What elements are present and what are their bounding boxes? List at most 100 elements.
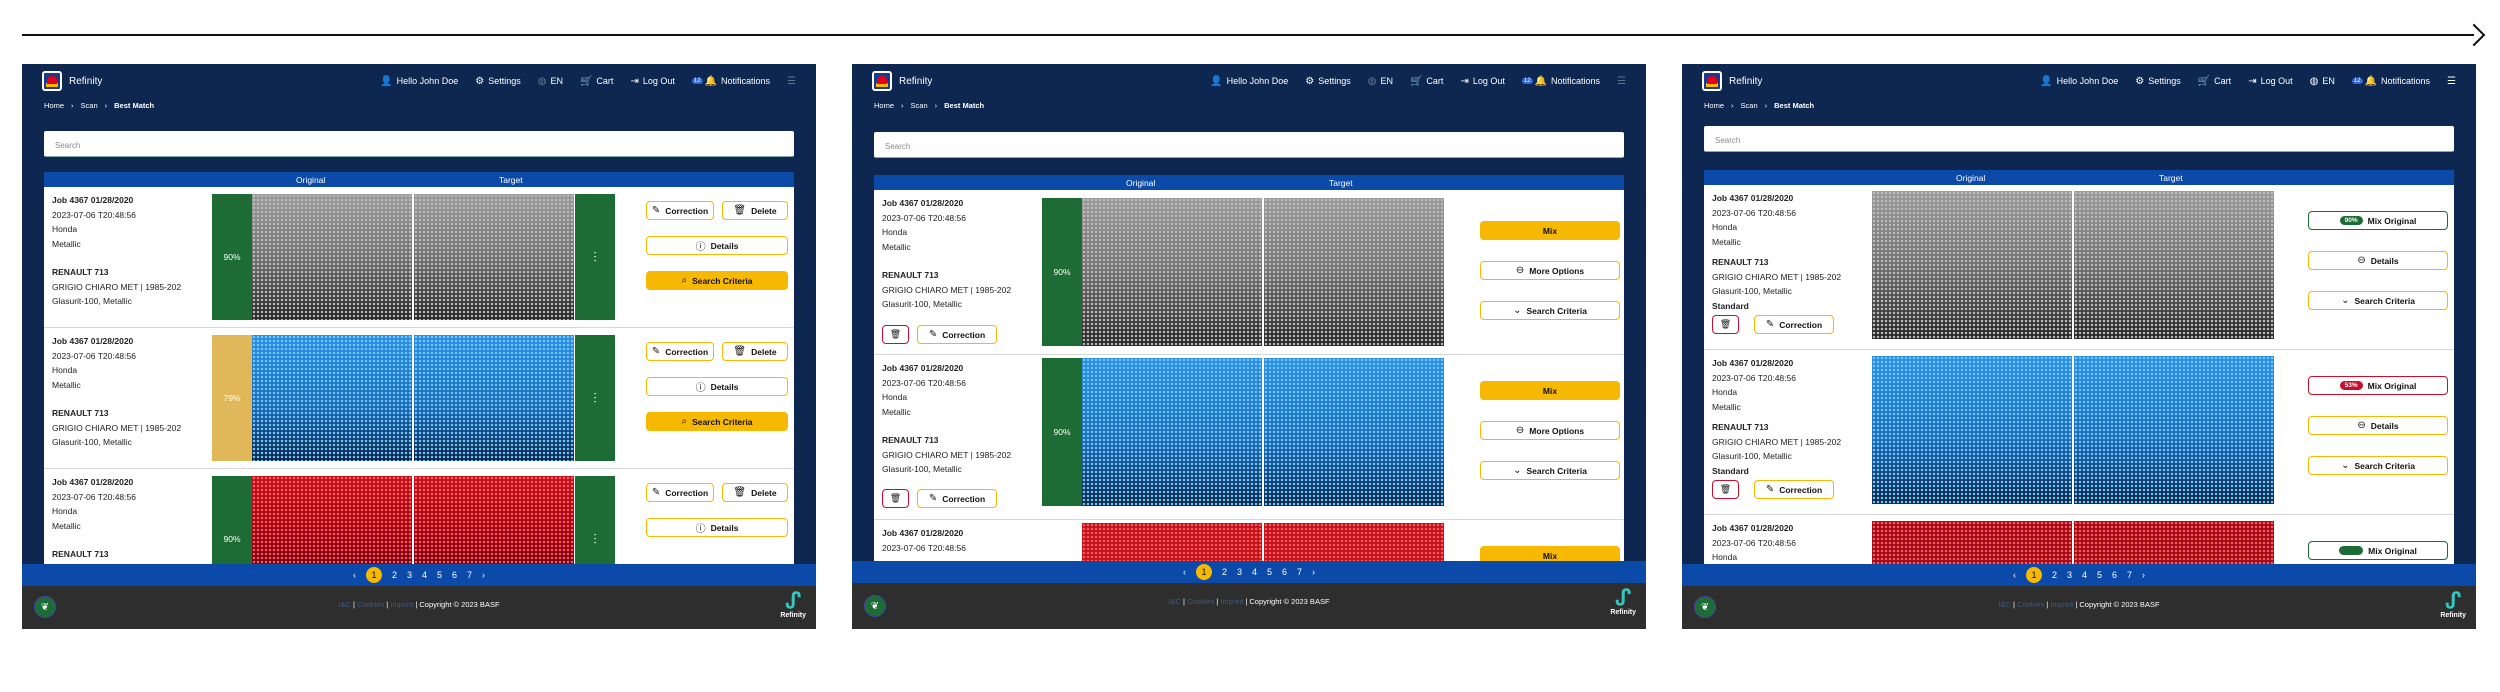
mix-original-button[interactable]: 53% Mix Original	[2308, 376, 2448, 395]
correction-button[interactable]: ✎ Correction	[917, 325, 997, 344]
user-menu[interactable]: 👤 Hello John Doe	[1210, 76, 1288, 87]
breadcrumb-home[interactable]: Home	[44, 101, 64, 110]
target-swatch[interactable]	[1264, 198, 1444, 346]
delete-button[interactable]: 🗑	[882, 489, 909, 508]
more-options-button[interactable]: ⊖ More Options	[1480, 421, 1620, 440]
original-swatch[interactable]	[1872, 191, 2072, 339]
page-6[interactable]: 6	[452, 570, 457, 580]
delete-button[interactable]: 🗑	[1712, 315, 1739, 334]
original-swatch[interactable]	[1872, 521, 2072, 564]
delete-button[interactable]: 🗑 Delete	[722, 483, 788, 502]
page-3[interactable]: 3	[2067, 570, 2072, 580]
footer-link-ic[interactable]: I&C	[1168, 597, 1181, 606]
brand-logo[interactable]	[872, 71, 892, 91]
chevron-left-icon[interactable]: ‹	[1183, 567, 1186, 577]
page-5[interactable]: 5	[2097, 570, 2102, 580]
page-5[interactable]: 5	[437, 570, 442, 580]
original-swatch[interactable]	[252, 476, 412, 564]
logout-link[interactable]: ⇥ Log Out	[1460, 76, 1504, 87]
menu-button[interactable]: ☰	[787, 76, 796, 87]
mix-button[interactable]: Mix	[1480, 381, 1620, 400]
language-switch[interactable]: ◍ EN	[538, 76, 563, 87]
target-swatch[interactable]	[414, 194, 574, 320]
original-swatch[interactable]	[1082, 198, 1262, 346]
footer-link-imprint[interactable]: Imprint	[1220, 597, 1243, 606]
target-swatch[interactable]	[414, 335, 574, 461]
page-7[interactable]: 7	[1297, 567, 1302, 577]
original-swatch[interactable]	[1082, 523, 1262, 564]
footer-link-ic[interactable]: I&C	[338, 600, 351, 609]
page-2[interactable]: 2	[392, 570, 397, 580]
chevron-left-icon[interactable]: ‹	[353, 570, 356, 580]
page-7[interactable]: 7	[467, 570, 472, 580]
search-input[interactable]: Search	[44, 131, 794, 157]
page-4[interactable]: 4	[422, 570, 427, 580]
language-switch[interactable]: ◍ EN	[1368, 76, 1393, 87]
brand-logo[interactable]	[42, 71, 62, 91]
adjust-button[interactable]: ⫶	[575, 476, 615, 564]
page-6[interactable]: 6	[2112, 570, 2117, 580]
details-button[interactable]: ⊖ Details	[2308, 416, 2448, 435]
footer-link-imprint[interactable]: Imprint	[390, 600, 413, 609]
page-1[interactable]: 1	[365, 567, 382, 583]
settings-link[interactable]: ⚙ Settings	[1305, 76, 1351, 87]
target-swatch[interactable]	[2074, 191, 2274, 339]
notifications-link[interactable]: 12 🔔 Notifications	[2351, 76, 2430, 87]
search-input[interactable]: Search	[1704, 126, 2454, 152]
page-5[interactable]: 5	[1267, 567, 1272, 577]
original-swatch[interactable]	[252, 335, 412, 461]
target-swatch[interactable]	[1264, 358, 1444, 506]
notifications-link[interactable]: 12 🔔 Notifications	[691, 76, 770, 87]
original-swatch[interactable]	[252, 194, 412, 320]
page-7[interactable]: 7	[2127, 570, 2132, 580]
footer-link-cookies[interactable]: Cookies	[1187, 597, 1214, 606]
page-1[interactable]: 1	[1195, 564, 1212, 580]
footer-link-imprint[interactable]: Imprint	[2050, 600, 2073, 609]
search-criteria-button[interactable]: ⌄ Search Criteria	[1480, 301, 1620, 320]
search-criteria-button[interactable]: ⌄ Search Criteria	[2308, 456, 2448, 475]
details-button[interactable]: ⓘ Details	[646, 236, 788, 255]
page-2[interactable]: 2	[1222, 567, 1227, 577]
notifications-link[interactable]: 12 🔔 Notifications	[1521, 76, 1600, 87]
search-criteria-button[interactable]: ⌕ Search Criteria	[646, 271, 788, 290]
language-switch[interactable]: ◍ EN	[2310, 76, 2335, 87]
footer-link-ic[interactable]: I&C	[1998, 600, 2011, 609]
user-menu[interactable]: 👤 Hello John Doe	[380, 76, 458, 87]
user-menu[interactable]: 👤 Hello John Doe	[2040, 76, 2118, 87]
target-swatch[interactable]	[2074, 521, 2274, 564]
mix-original-button[interactable]: Mix Original	[2308, 541, 2448, 560]
correction-button[interactable]: ✎ Correction	[646, 483, 714, 502]
logout-link[interactable]: ⇥ Log Out	[630, 76, 674, 87]
search-criteria-button[interactable]: ⌄ Search Criteria	[1480, 461, 1620, 480]
breadcrumb-scan[interactable]: Scan	[911, 101, 928, 110]
cart-link[interactable]: 🛒 Cart	[2198, 76, 2231, 87]
footer-link-cookies[interactable]: Cookies	[357, 600, 384, 609]
settings-link[interactable]: ⚙ Settings	[475, 76, 521, 87]
more-options-button[interactable]: ⊖ More Options	[1480, 261, 1620, 280]
menu-button[interactable]: ☰	[2447, 76, 2456, 87]
mix-original-button[interactable]: 90% Mix Original	[2308, 211, 2448, 230]
adjust-button[interactable]: ⫶	[575, 335, 615, 461]
breadcrumb-home[interactable]: Home	[1704, 101, 1724, 110]
correction-button[interactable]: ✎ Correction	[1754, 480, 1834, 499]
chevron-right-icon[interactable]: ›	[2142, 570, 2145, 580]
correction-button[interactable]: ✎ Correction	[646, 342, 714, 361]
original-swatch[interactable]	[1082, 358, 1262, 506]
menu-button[interactable]: ☰	[1617, 76, 1626, 87]
search-criteria-button[interactable]: ⌄ Search Criteria	[2308, 291, 2448, 310]
footer-link-cookies[interactable]: Cookies	[2017, 600, 2044, 609]
search-criteria-button[interactable]: ⌕ Search Criteria	[646, 412, 788, 431]
cart-link[interactable]: 🛒 Cart	[1410, 76, 1443, 87]
delete-button[interactable]: 🗑	[1712, 480, 1739, 499]
breadcrumb-scan[interactable]: Scan	[81, 101, 98, 110]
details-button[interactable]: ⓘ Details	[646, 377, 788, 396]
logout-link[interactable]: ⇥ Log Out	[2248, 76, 2292, 87]
chevron-right-icon[interactable]: ›	[482, 570, 485, 580]
brand-logo[interactable]	[1702, 71, 1722, 91]
page-4[interactable]: 4	[2082, 570, 2087, 580]
page-4[interactable]: 4	[1252, 567, 1257, 577]
target-swatch[interactable]	[2074, 356, 2274, 504]
mix-button[interactable]: Mix	[1480, 221, 1620, 240]
search-input[interactable]: Search	[874, 132, 1624, 158]
delete-button[interactable]: 🗑 Delete	[722, 342, 788, 361]
